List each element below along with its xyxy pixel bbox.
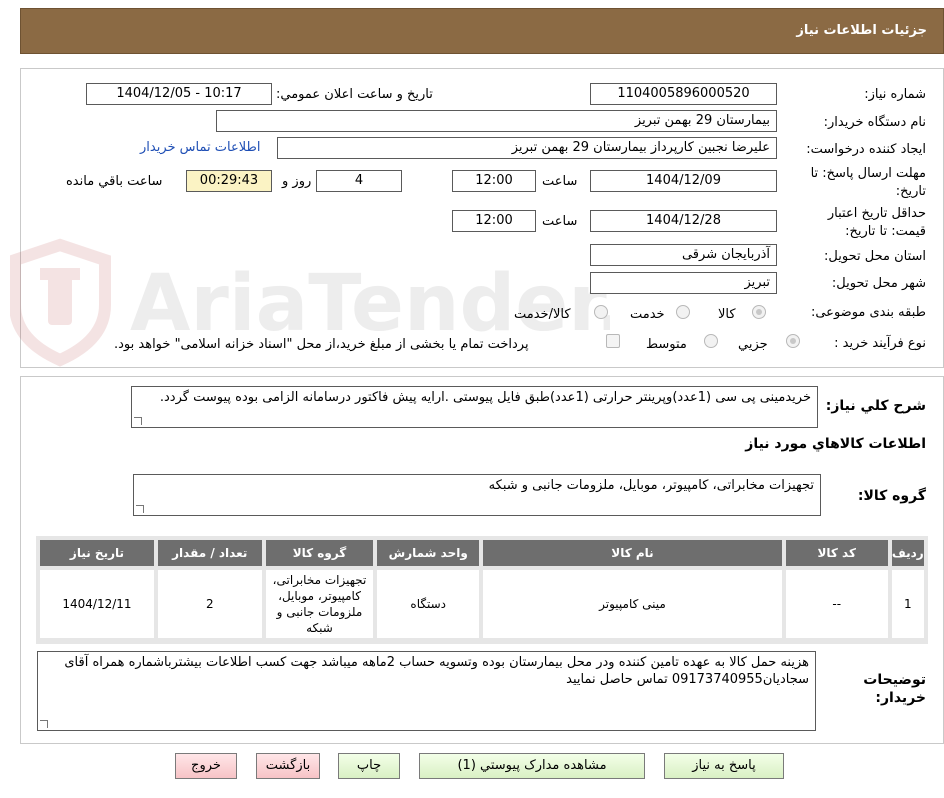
cell-code: -- bbox=[781, 566, 892, 642]
items-table-wrapper: رديف کد کالا نام کالا واحد شمارش گروه کا… bbox=[36, 536, 929, 644]
col-header-need-date: تاريخ نياز bbox=[36, 536, 158, 570]
summary-label: شرح کلي نياز: bbox=[825, 398, 926, 414]
category-label: طبقه بندی موضوعی: bbox=[810, 305, 926, 320]
need-number-label: شماره نیاز: bbox=[864, 87, 926, 102]
cell-need-date: 1404/12/11 bbox=[36, 566, 158, 642]
days-label: روز و bbox=[282, 174, 312, 189]
items-info-title: اطلاعات کالاهاي مورد نياز bbox=[745, 436, 926, 452]
print-button[interactable]: چاپ bbox=[338, 753, 400, 779]
resize-grip-icon[interactable] bbox=[40, 720, 48, 728]
buyer-org-label: نام دستگاه خريدار: bbox=[823, 115, 926, 130]
back-button[interactable]: بازگشت bbox=[256, 753, 320, 779]
page-header: جزئیات اطلاعات نیاز bbox=[20, 8, 944, 54]
category-radio-goods-service[interactable] bbox=[594, 305, 608, 319]
col-header-code: کد کالا bbox=[781, 536, 892, 570]
exit-button[interactable]: خروج bbox=[175, 753, 237, 779]
resize-grip-icon[interactable] bbox=[134, 417, 142, 425]
announce-field[interactable]: 1404/12/05 - 10:17 bbox=[86, 83, 272, 105]
process-radio-minor[interactable] bbox=[786, 334, 800, 348]
deadline-label-1: مهلت ارسال پاسخ: تا bbox=[810, 166, 926, 181]
validity-time-field[interactable]: 12:00 bbox=[452, 210, 536, 232]
validity-date-field[interactable]: 1404/12/28 bbox=[590, 210, 777, 232]
col-header-unit: واحد شمارش bbox=[373, 536, 484, 570]
col-header-group: گروه کالا bbox=[261, 536, 378, 570]
treasury-checkbox[interactable] bbox=[606, 334, 620, 348]
cell-quantity: 2 bbox=[153, 566, 266, 642]
remaining-label: ساعت باقي مانده bbox=[66, 174, 163, 189]
buyer-contact-link[interactable]: اطلاعات تماس خريدار bbox=[140, 140, 260, 155]
reply-button[interactable]: پاسخ به نياز bbox=[664, 753, 784, 779]
col-header-name: نام کالا bbox=[479, 536, 786, 570]
category-radio-goods[interactable] bbox=[752, 305, 766, 319]
requester-label: ايجاد کننده درخواست: bbox=[806, 142, 926, 157]
province-label: استان محل تحويل: bbox=[824, 249, 926, 264]
cell-name: مینی کامپیوتر bbox=[479, 566, 786, 642]
validity-label-1: حداقل تاريخ اعتبار bbox=[827, 206, 926, 221]
validity-label-2: قيمت: تا تاريخ: bbox=[845, 224, 926, 239]
notes-label-2: خريدار: bbox=[875, 690, 926, 706]
page-title: جزئیات اطلاعات نیاز bbox=[796, 23, 927, 38]
validity-time-label: ساعت bbox=[542, 214, 578, 229]
announce-label: تاریخ و ساعت اعلان عمومي: bbox=[276, 87, 433, 102]
notes-textarea[interactable]: هزینه حمل کالا به عهده تامین کننده ودر م… bbox=[37, 651, 816, 731]
cell-group: تجهیزات مخابراتی، کامپیوتر، موبایل، ملزو… bbox=[261, 566, 378, 642]
summary-textarea[interactable]: خریدمینی پی سی (1عدد)وپرینتر حرارتی (1عد… bbox=[131, 386, 818, 428]
view-attachments-button[interactable]: مشاهده مدارک پيوستي (1) bbox=[419, 753, 645, 779]
resize-grip-icon[interactable] bbox=[136, 505, 144, 513]
notes-text: هزینه حمل کالا به عهده تامین کننده ودر م… bbox=[64, 655, 809, 687]
process-option-medium: متوسط bbox=[646, 337, 687, 352]
payment-note: پرداخت تمام یا بخشی از مبلغ خرید،از محل … bbox=[114, 337, 529, 352]
days-field[interactable]: 4 bbox=[316, 170, 402, 192]
province-field[interactable]: آذربایجان شرقی bbox=[590, 244, 777, 266]
notes-label-1: توضيحات bbox=[863, 672, 926, 688]
process-radio-medium[interactable] bbox=[704, 334, 718, 348]
category-option-goods: کالا bbox=[718, 307, 736, 322]
need-number-field[interactable]: 1104005896000520 bbox=[590, 83, 777, 105]
group-label: گروه کالا: bbox=[857, 488, 926, 504]
cell-unit: دستگاه bbox=[373, 566, 484, 642]
category-radio-service[interactable] bbox=[676, 305, 690, 319]
group-text: تجهیزات مخابراتی، کامپیوتر، موبایل، ملزو… bbox=[488, 478, 814, 493]
category-option-goods-service: کالا/خدمت bbox=[514, 307, 571, 322]
city-field[interactable]: تبریز bbox=[590, 272, 777, 294]
group-textarea[interactable]: تجهیزات مخابراتی، کامپیوتر، موبایل، ملزو… bbox=[133, 474, 821, 516]
buyer-org-field[interactable]: بیمارستان 29 بهمن تبریز bbox=[216, 110, 777, 132]
deadline-time-label: ساعت bbox=[542, 174, 578, 189]
process-option-minor: جزیي bbox=[738, 337, 768, 352]
category-option-service: خدمت bbox=[630, 307, 665, 322]
requester-field[interactable]: علیرضا نجبین کارپرداز بیمارستان 29 بهمن … bbox=[277, 137, 777, 159]
items-table: رديف کد کالا نام کالا واحد شمارش گروه کا… bbox=[36, 536, 929, 642]
col-header-quantity: تعداد / مقدار bbox=[153, 536, 266, 570]
col-header-row-number: رديف bbox=[887, 536, 929, 570]
table-header-row: رديف کد کالا نام کالا واحد شمارش گروه کا… bbox=[36, 536, 929, 570]
remaining-time-field: 00:29:43 bbox=[186, 170, 272, 192]
deadline-date-field[interactable]: 1404/12/09 bbox=[590, 170, 777, 192]
deadline-time-field[interactable]: 12:00 bbox=[452, 170, 536, 192]
cell-row-number: 1 bbox=[887, 566, 929, 642]
table-row: 1 -- مینی کامپیوتر دستگاه تجهیزات مخابرا… bbox=[36, 566, 929, 642]
process-label: نوع فرآیند خرید : bbox=[834, 336, 926, 351]
city-label: شهر محل تحويل: bbox=[831, 276, 926, 291]
deadline-label-2: تاريخ: bbox=[895, 184, 926, 199]
summary-text: خریدمینی پی سی (1عدد)وپرینتر حرارتی (1عد… bbox=[159, 390, 811, 405]
